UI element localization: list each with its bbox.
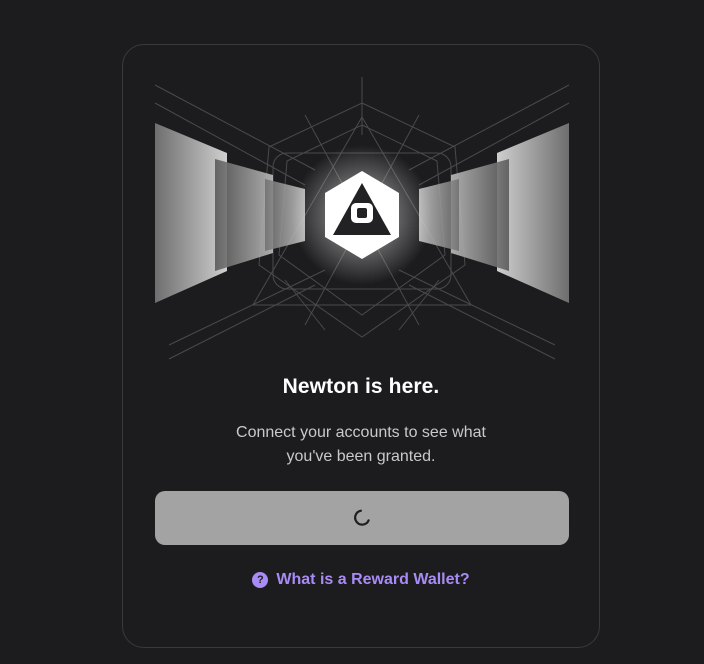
right-panel-middle (451, 159, 509, 271)
card-title: Newton is here. (282, 375, 440, 398)
question-circle-icon: ? (252, 572, 269, 588)
spinner-icon (354, 509, 370, 526)
onboarding-card: Newton is here. Connect your accounts to… (122, 44, 600, 648)
card-subtitle: Connect your accounts to see what you've… (236, 424, 486, 465)
connect-button[interactable] (155, 491, 569, 545)
left-panel-middle (215, 159, 273, 271)
hero-illustration (155, 75, 569, 365)
reward-wallet-help-link[interactable]: ? What is a Reward Wallet? (123, 571, 599, 589)
help-link-label: What is a Reward Wallet? (276, 571, 470, 588)
page: Newton is here. Connect your accounts to… (0, 0, 704, 664)
hero-artwork (155, 77, 569, 360)
